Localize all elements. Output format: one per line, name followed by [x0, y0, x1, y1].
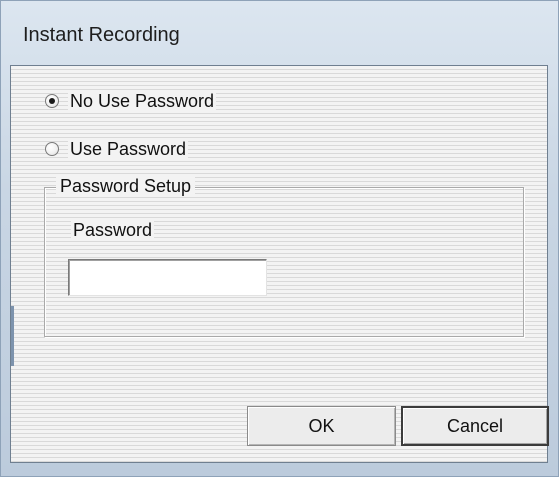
password-setup-legend: Password Setup: [56, 176, 196, 197]
no-use-password-option[interactable]: No Use Password: [45, 88, 217, 114]
no-use-password-label: No Use Password: [68, 90, 217, 112]
ok-button[interactable]: OK: [247, 406, 396, 446]
use-password-label: Use Password: [68, 138, 189, 160]
window-edge-accent: [11, 306, 14, 366]
instant-recording-dialog: Instant Recording No Use Password Use Pa…: [0, 0, 559, 477]
use-password-option[interactable]: Use Password: [45, 136, 189, 162]
password-field[interactable]: [68, 259, 267, 296]
radio-selected-dot: [49, 98, 55, 104]
no-use-password-radio[interactable]: [45, 94, 59, 108]
cancel-button[interactable]: Cancel: [401, 406, 549, 446]
use-password-radio[interactable]: [45, 142, 59, 156]
dialog-title: Instant Recording: [23, 24, 180, 46]
title-bar[interactable]: Instant Recording: [1, 1, 558, 61]
dialog-client-area: No Use Password Use Password Password Se…: [10, 65, 549, 463]
password-label: Password: [71, 220, 155, 241]
